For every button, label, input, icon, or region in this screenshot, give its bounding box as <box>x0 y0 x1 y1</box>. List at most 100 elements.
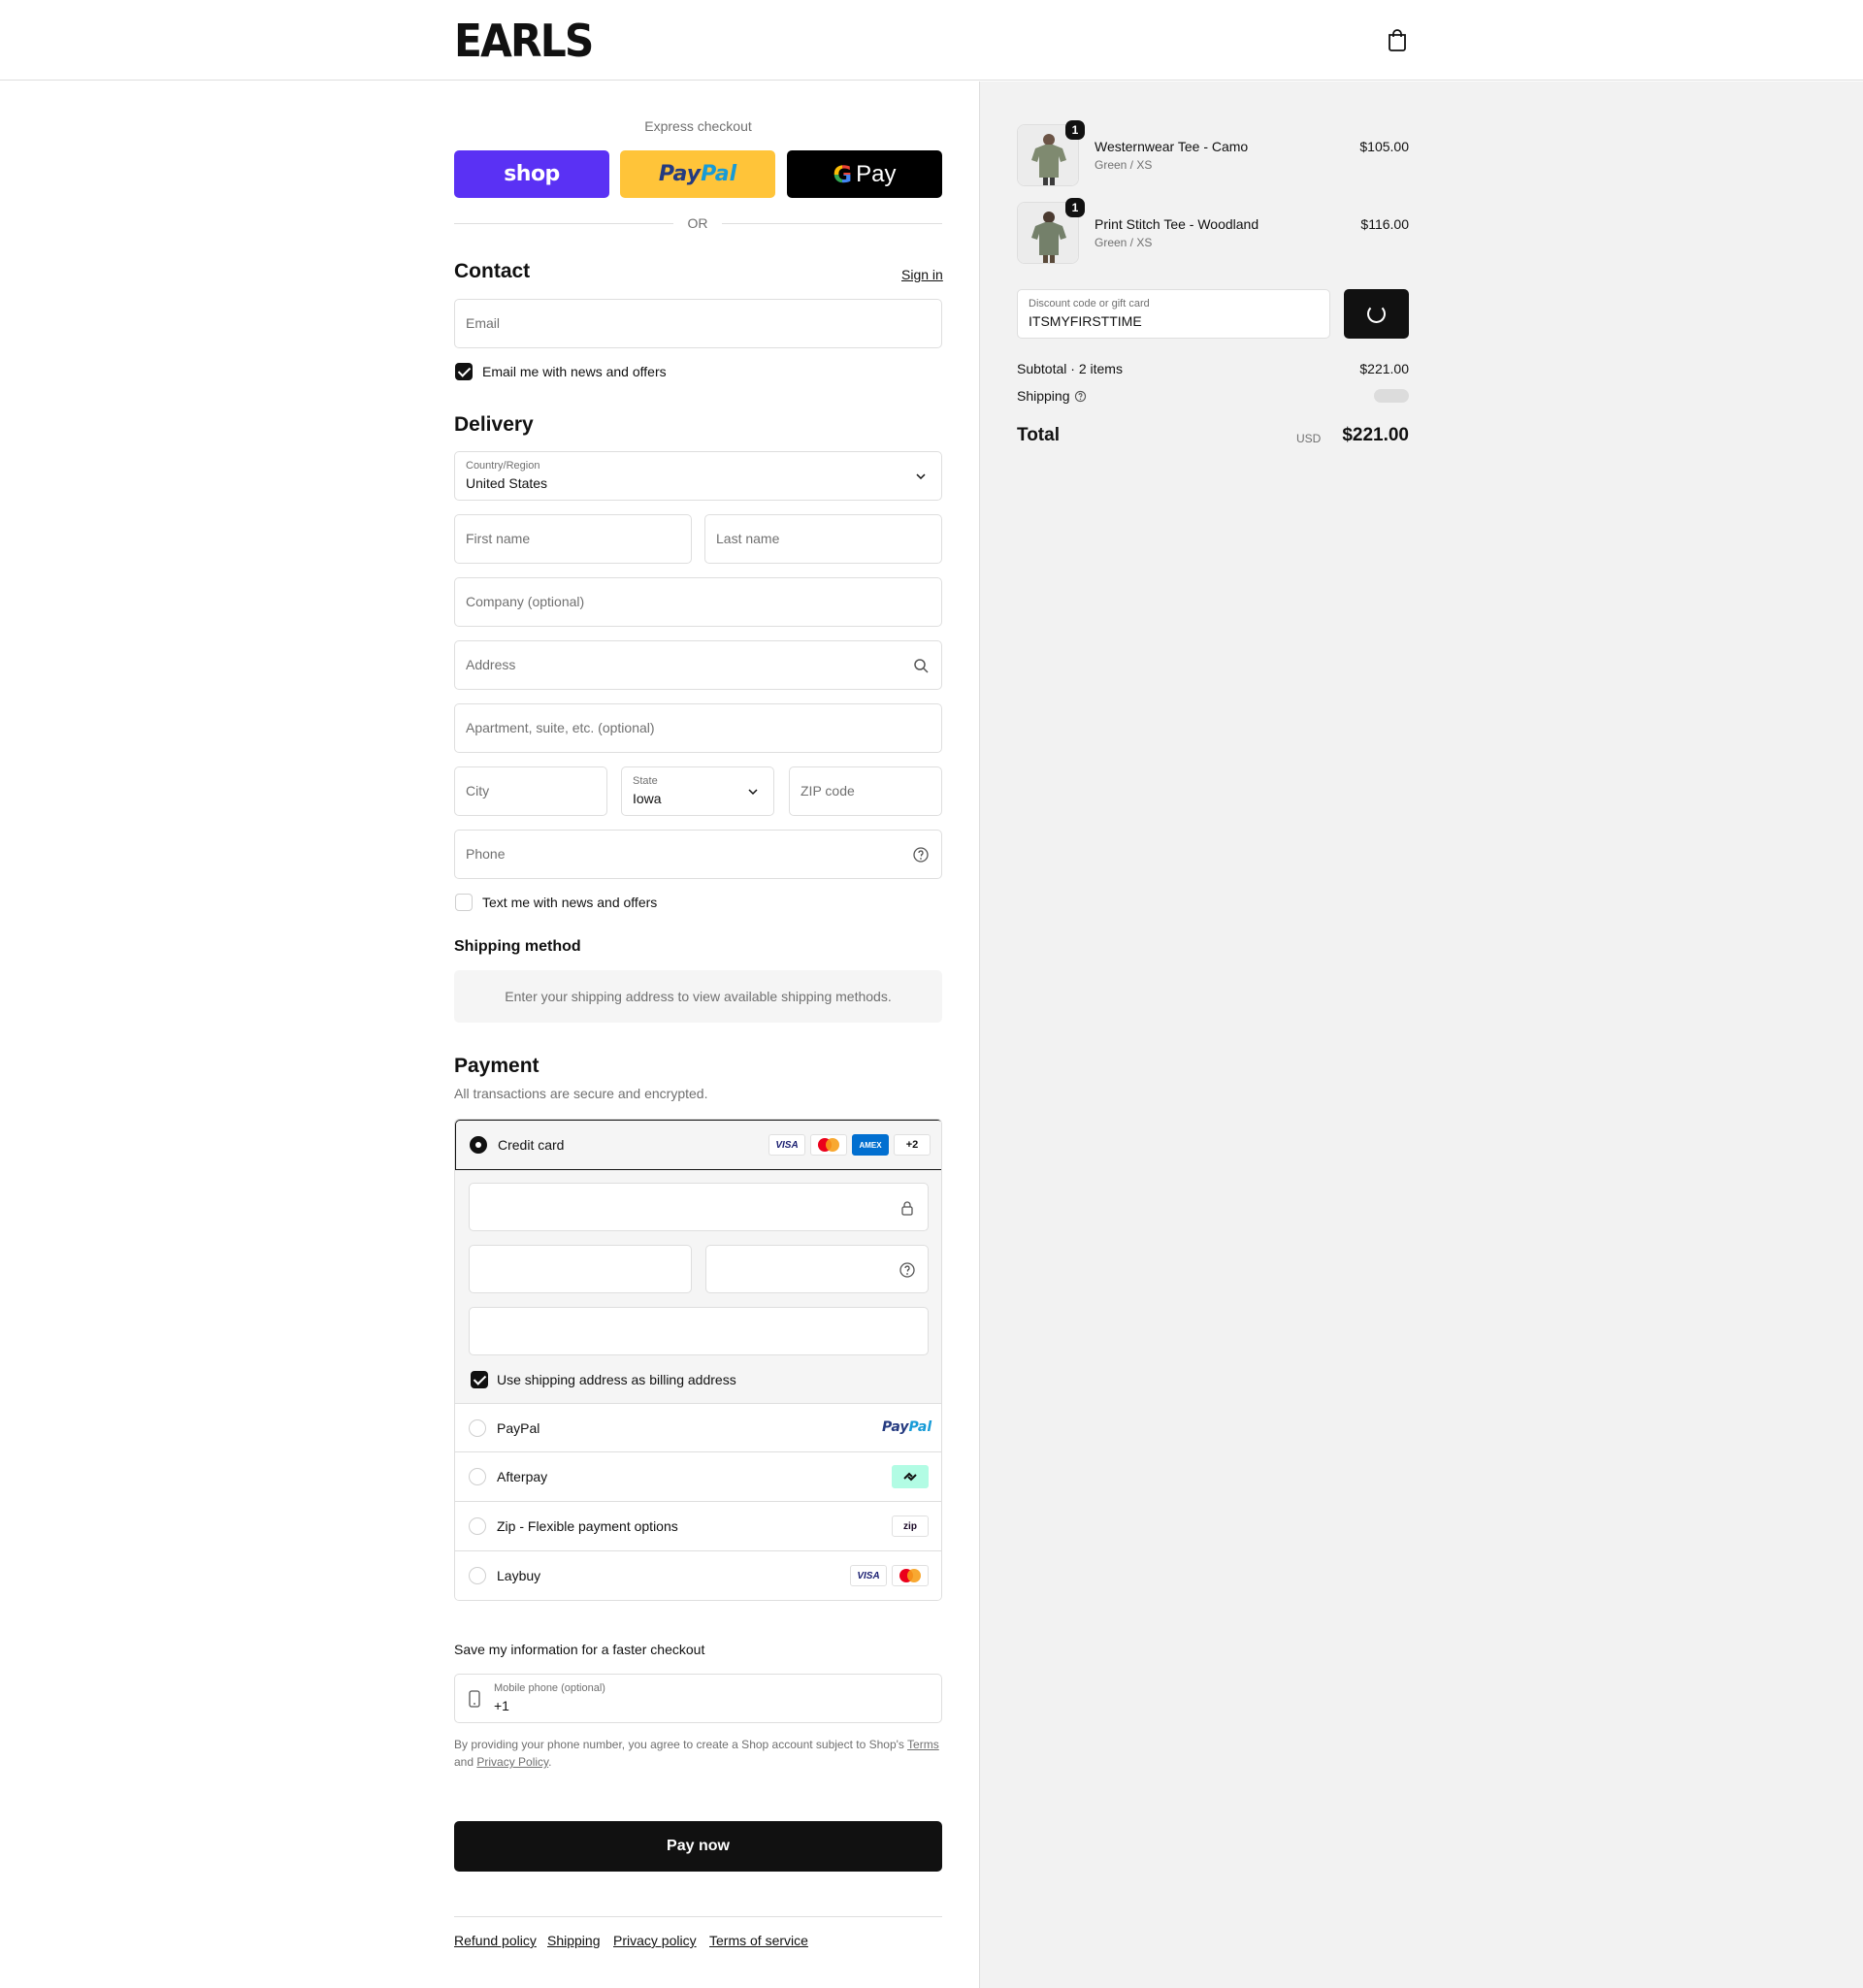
email-news-label: Email me with news and offers <box>482 364 667 379</box>
apply-discount-button[interactable] <box>1344 289 1409 339</box>
store-logo[interactable]: EARLS <box>454 17 594 64</box>
terms-link[interactable]: Terms <box>907 1738 939 1751</box>
footer-refund-policy-link[interactable]: Refund policy <box>454 1933 537 1948</box>
google-g-icon: G <box>833 160 853 188</box>
or-text: OR <box>673 215 722 231</box>
city-field[interactable]: City <box>454 766 607 816</box>
note-text-c: . <box>548 1755 552 1769</box>
state-select[interactable]: State Iowa <box>621 766 774 816</box>
google-pay-button[interactable]: G Pay <box>787 150 942 198</box>
expiration-field[interactable] <box>469 1245 692 1293</box>
country-select[interactable]: Country/Region United States <box>454 451 942 501</box>
more-cards-badge: +2 <box>894 1134 931 1156</box>
payment-option-laybuy[interactable]: Laybuy VISA <box>455 1550 941 1600</box>
shop-pay-label: shop <box>504 162 560 186</box>
zip-radio[interactable] <box>469 1517 486 1535</box>
chevron-down-icon <box>748 789 758 796</box>
email-news-checkbox[interactable] <box>455 363 473 380</box>
card-number-field[interactable] <box>469 1183 929 1231</box>
address-field[interactable]: Address <box>454 640 942 690</box>
pay-now-button[interactable]: Pay now <box>454 1821 942 1872</box>
loading-spinner-icon <box>1367 305 1386 323</box>
zip-logo-icon: zip <box>892 1515 929 1537</box>
product-variant: Green / XS <box>1095 236 1153 249</box>
email-field[interactable]: Email <box>454 299 942 348</box>
billing-same-label: Use shipping address as billing address <box>497 1372 736 1387</box>
shop-terms-note: By providing your phone number, you agre… <box>454 1736 942 1771</box>
footer-terms-link[interactable]: Terms of service <box>709 1933 808 1948</box>
privacy-policy-link[interactable]: Privacy Policy <box>476 1755 548 1769</box>
footer-divider <box>454 1916 942 1917</box>
first-name-field[interactable]: First name <box>454 514 692 564</box>
mobile-phone-value: +1 <box>494 1698 509 1713</box>
help-circle-icon[interactable] <box>899 1261 916 1279</box>
sign-in-link[interactable]: Sign in <box>901 267 943 282</box>
paypal-logo-a: Pay <box>882 1419 909 1435</box>
subtotal-value: $221.00 <box>1359 361 1409 376</box>
afterpay-radio[interactable] <box>469 1468 486 1485</box>
paypal-label-b: Pal <box>701 162 737 186</box>
last-name-placeholder: Last name <box>716 531 780 546</box>
quantity-badge: 1 <box>1065 120 1085 140</box>
visa-icon: VISA <box>768 1134 805 1156</box>
note-text-a: By providing your phone number, you agre… <box>454 1738 908 1751</box>
first-name-placeholder: First name <box>466 531 531 546</box>
billing-same-checkbox[interactable] <box>471 1371 488 1388</box>
paypal-logo-b: Pal <box>908 1419 932 1435</box>
shop-pay-button[interactable]: shop <box>454 150 609 198</box>
payment-option-zip[interactable]: Zip - Flexible payment options zip <box>455 1501 941 1550</box>
text-news-label: Text me with news and offers <box>482 895 658 910</box>
payment-methods: Credit card VISA AMEX +2 Use shipping ad… <box>454 1119 942 1601</box>
phone-field[interactable]: Phone <box>454 830 942 879</box>
shipping-method-title: Shipping method <box>454 938 581 955</box>
note-text-b: and <box>454 1755 477 1769</box>
name-on-card-field[interactable] <box>469 1307 929 1355</box>
paypal-radio[interactable] <box>469 1419 486 1437</box>
paypal-label-a: Pay <box>658 162 702 186</box>
phone-placeholder: Phone <box>466 846 506 862</box>
zip-placeholder: ZIP code <box>801 783 855 798</box>
credit-card-form: Use shipping address as billing address <box>455 1170 941 1403</box>
credit-card-option[interactable]: Credit card VISA AMEX +2 <box>455 1120 941 1170</box>
express-checkout-title: Express checkout <box>644 118 752 134</box>
product-price: $116.00 <box>1360 216 1409 232</box>
text-news-checkbox[interactable] <box>455 894 473 911</box>
credit-card-label: Credit card <box>498 1137 565 1153</box>
payment-title: Payment <box>454 1055 539 1077</box>
subtotal-label: Subtotal · 2 items <box>1017 361 1123 376</box>
discount-code-field[interactable]: Discount code or gift card ITSMYFIRSTTIM… <box>1017 289 1330 339</box>
payment-option-afterpay[interactable]: Afterpay <box>455 1451 941 1501</box>
security-code-field[interactable] <box>705 1245 929 1293</box>
paypal-label: PayPal <box>497 1420 540 1436</box>
paypal-logo-icon: PayPal <box>882 1419 932 1435</box>
product-name: Westernwear Tee - Camo <box>1095 139 1249 154</box>
shipping-loading-placeholder <box>1374 389 1409 403</box>
paypal-express-button[interactable]: Pay Pal <box>620 150 775 198</box>
apartment-field[interactable]: Apartment, suite, etc. (optional) <box>454 703 942 753</box>
zip-label: Zip - Flexible payment options <box>497 1518 678 1534</box>
lock-icon <box>901 1201 913 1216</box>
email-placeholder: Email <box>466 315 501 331</box>
discount-label: Discount code or gift card <box>1029 298 1150 310</box>
shopping-bag-icon[interactable] <box>1386 27 1409 52</box>
mobile-phone-field[interactable]: Mobile phone (optional) +1 <box>454 1674 942 1723</box>
product-variant: Green / XS <box>1095 158 1153 172</box>
product-price: $105.00 <box>1359 139 1409 154</box>
last-name-field[interactable]: Last name <box>704 514 942 564</box>
company-field[interactable]: Company (optional) <box>454 577 942 627</box>
credit-card-radio[interactable] <box>470 1136 487 1154</box>
laybuy-radio[interactable] <box>469 1567 486 1584</box>
shipping-label: Shipping <box>1017 388 1070 404</box>
mastercard-icon <box>810 1134 847 1156</box>
footer-privacy-policy-link[interactable]: Privacy policy <box>613 1933 697 1948</box>
help-circle-icon[interactable] <box>912 846 930 864</box>
footer-shipping-link[interactable]: Shipping <box>547 1933 601 1948</box>
payment-option-paypal[interactable]: PayPal PayPal <box>455 1403 941 1452</box>
discount-value: ITSMYFIRSTTIME <box>1029 313 1142 329</box>
afterpay-logo-icon <box>892 1465 929 1488</box>
chevron-down-icon <box>916 473 926 480</box>
mastercard-icon <box>892 1565 929 1586</box>
visa-icon: VISA <box>850 1565 887 1586</box>
zip-field[interactable]: ZIP code <box>789 766 942 816</box>
help-circle-icon[interactable] <box>1074 390 1087 403</box>
